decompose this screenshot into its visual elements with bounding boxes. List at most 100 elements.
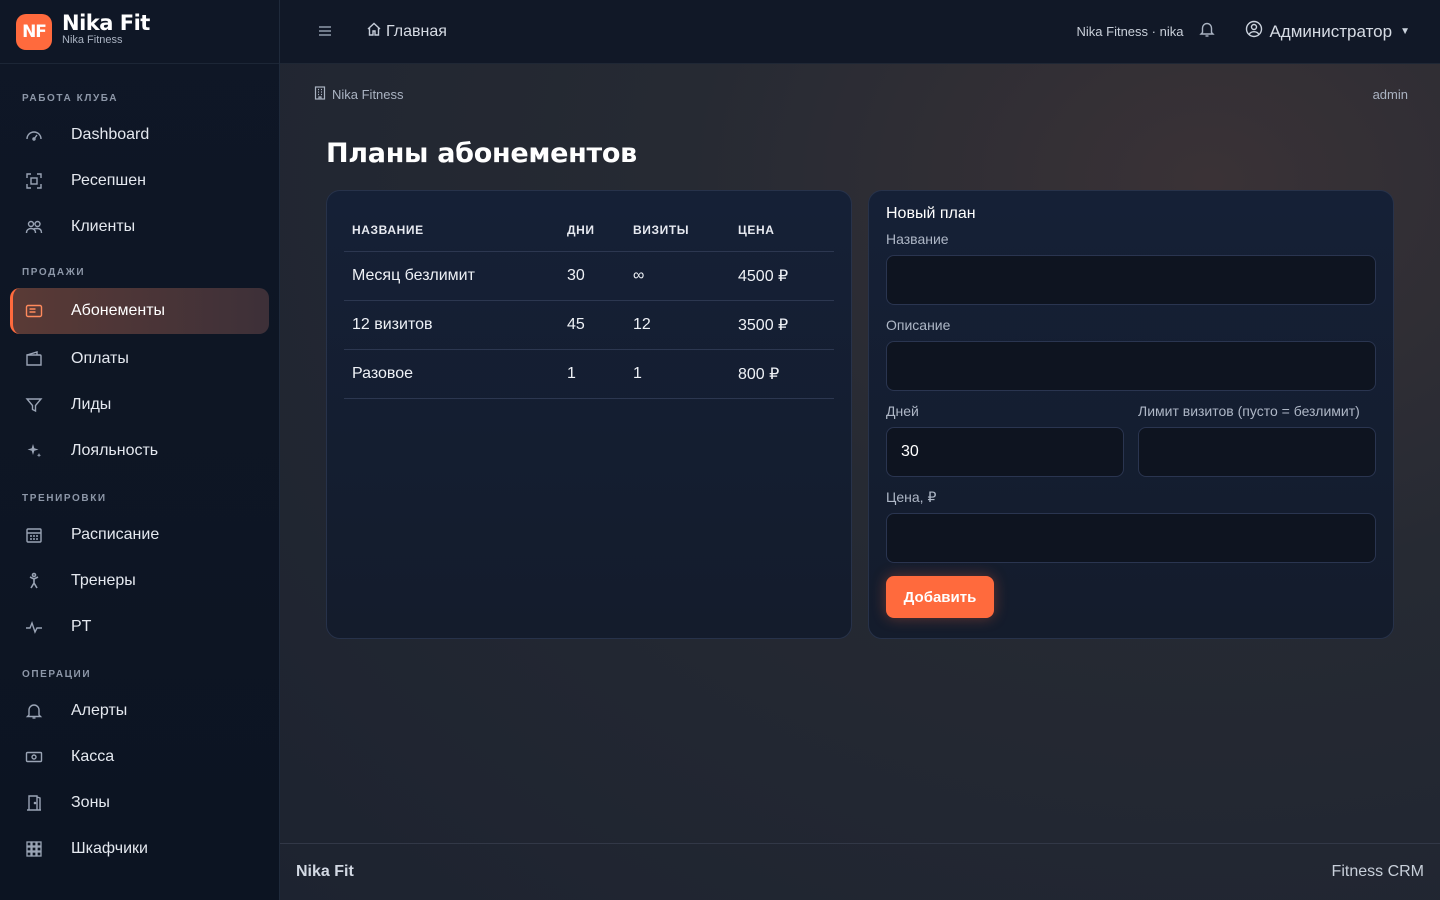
sidebar-item-lockers[interactable]: Шкафчики — [10, 826, 269, 872]
footer: Nika Fit Fitness CRM — [280, 843, 1440, 900]
sidebar-item-zones[interactable]: Зоны — [10, 780, 269, 826]
building-icon — [314, 86, 326, 103]
grid-icon — [24, 839, 44, 859]
sidebar-item-clients[interactable]: Клиенты — [10, 204, 269, 250]
sidebar-item-label: Расписание — [71, 526, 160, 543]
topbar: Главная Nika Fitness · nika Администрато… — [280, 0, 1440, 64]
sidebar-item-label: Лояльность — [71, 442, 159, 459]
column-header-days: ДНИ — [559, 209, 625, 252]
sidebar-item-label: PT — [71, 618, 92, 635]
cash-icon — [24, 747, 44, 767]
plan-price-cell: 3500 ₽ — [730, 300, 834, 350]
calendar-icon — [24, 525, 44, 545]
visit-limit-label: Лимит визитов (пусто = безлимит) — [1138, 403, 1360, 419]
sidebar-item-label: Оплаты — [71, 350, 129, 367]
price-input[interactable] — [886, 513, 1376, 563]
plan-name-cell: Разовое — [344, 349, 559, 399]
footer-brand: Nika Fit — [296, 863, 354, 880]
sidebar-item-label: Dashboard — [71, 126, 150, 143]
breadcrumb-user: admin — [1372, 87, 1408, 102]
sparkle-icon — [24, 441, 44, 461]
plan-visits-cell: ∞ — [625, 251, 730, 301]
sidebar-item-label: Абонементы — [71, 302, 166, 319]
home-icon — [366, 21, 382, 42]
name-input[interactable] — [886, 255, 1376, 305]
brand-title: Nika Fit — [62, 11, 150, 35]
user-menu[interactable]: Администратор ▼ — [1245, 20, 1410, 43]
brand[interactable]: NF Nika Fit Nika Fitness — [0, 0, 279, 64]
card-icon — [24, 301, 44, 321]
plan-visits-cell: 12 — [625, 300, 730, 350]
nav-section-club: РАБОТА КЛУБА — [22, 92, 119, 104]
sidebar-item-label: Зоны — [71, 794, 110, 811]
scan-icon — [24, 171, 44, 191]
sidebar-item-reception[interactable]: Ресепшен — [10, 158, 269, 204]
bell-icon — [24, 701, 44, 721]
add-plan-button[interactable]: Добавить — [886, 576, 994, 618]
sidebar-item-label: Алерты — [71, 702, 128, 719]
footer-product: Fitness CRM — [1331, 863, 1424, 880]
table-row[interactable]: Разовое 1 1 800 ₽ — [344, 349, 834, 399]
form-title: Новый план — [886, 205, 976, 222]
column-header-price: ЦЕНА — [730, 209, 834, 252]
nav-section-operations: ОПЕРАЦИИ — [22, 668, 92, 680]
sidebar-item-cashbox[interactable]: Касса — [10, 734, 269, 780]
nav-section-sales: ПРОДАЖИ — [22, 266, 86, 278]
description-input[interactable] — [886, 341, 1376, 391]
sidebar-item-loyalty[interactable]: Лояльность — [10, 428, 269, 474]
sidebar-item-label: Клиенты — [71, 218, 136, 235]
wallet-icon — [24, 349, 44, 369]
door-icon — [24, 793, 44, 813]
pulse-icon — [24, 617, 44, 637]
plan-name-cell: Месяц безлимит — [344, 251, 559, 301]
sidebar-item-dashboard[interactable]: Dashboard — [10, 112, 269, 158]
days-label: Дней — [886, 403, 919, 419]
sidebar-item-memberships[interactable]: Абонементы — [10, 288, 269, 334]
sidebar-item-leads[interactable]: Лиды — [10, 382, 269, 428]
sidebar-item-payments[interactable]: Оплаты — [10, 336, 269, 382]
nav-section-training: ТРЕНИРОВКИ — [22, 492, 107, 504]
org-label: Nika Fitness · nika — [1076, 24, 1184, 39]
plan-days-cell: 1 — [559, 349, 625, 399]
gauge-icon — [24, 125, 44, 145]
home-label: Главная — [386, 22, 447, 40]
brand-logo: NF — [16, 13, 52, 50]
days-input[interactable]: 30 — [886, 427, 1124, 477]
plan-days-cell: 45 — [559, 300, 625, 350]
user-label: Администратор — [1269, 21, 1393, 41]
column-header-visits: ВИЗИТЫ — [625, 209, 730, 252]
sidebar-item-label: Касса — [71, 748, 115, 765]
notifications-bell-icon[interactable] — [1199, 21, 1216, 42]
plan-price-cell: 4500 ₽ — [730, 251, 834, 301]
price-label: Цена, ₽ — [886, 489, 937, 505]
name-label: Название — [886, 231, 949, 247]
table-header-row: НАЗВАНИЕ ДНИ ВИЗИТЫ ЦЕНА — [344, 209, 834, 252]
sidebar-item-trainers[interactable]: Тренеры — [10, 558, 269, 604]
brand-subtitle: Nika Fitness — [62, 34, 123, 46]
plan-name-cell: 12 визитов — [344, 300, 559, 350]
home-link[interactable]: Главная — [366, 21, 447, 42]
column-header-name: НАЗВАНИЕ — [344, 209, 559, 252]
sidebar: NF Nika Fit Nika Fitness РАБОТА КЛУБА Da… — [0, 0, 280, 900]
sidebar-item-alerts[interactable]: Алерты — [10, 688, 269, 734]
caret-down-icon: ▼ — [1400, 26, 1410, 37]
person-arms-icon — [24, 571, 44, 591]
plan-days-cell: 30 — [559, 251, 625, 301]
funnel-icon — [24, 395, 44, 415]
table-row[interactable]: 12 визитов 45 12 3500 ₽ — [344, 300, 834, 350]
sidebar-item-label: Лиды — [71, 396, 112, 413]
description-label: Описание — [886, 317, 951, 333]
sidebar-item-label: Шкафчики — [71, 840, 148, 857]
plan-visits-cell: 1 — [625, 349, 730, 399]
plans-table: НАЗВАНИЕ ДНИ ВИЗИТЫ ЦЕНА Месяц безлимит … — [344, 209, 834, 399]
new-plan-form: Новый план Название Описание Дней 30 Лим… — [868, 190, 1394, 639]
sidebar-item-label: Тренеры — [71, 572, 136, 589]
user-circle-icon — [1245, 20, 1263, 43]
breadcrumb-org[interactable]: Nika Fitness — [332, 87, 404, 102]
table-row[interactable]: Месяц безлимит 30 ∞ 4500 ₽ — [344, 251, 834, 301]
sidebar-item-pt[interactable]: PT — [10, 604, 269, 650]
sidebar-item-schedule[interactable]: Расписание — [10, 512, 269, 558]
page-title: Планы абонементов — [326, 138, 637, 169]
visit-limit-input[interactable] — [1138, 427, 1376, 477]
menu-toggle-icon[interactable] — [318, 21, 338, 42]
